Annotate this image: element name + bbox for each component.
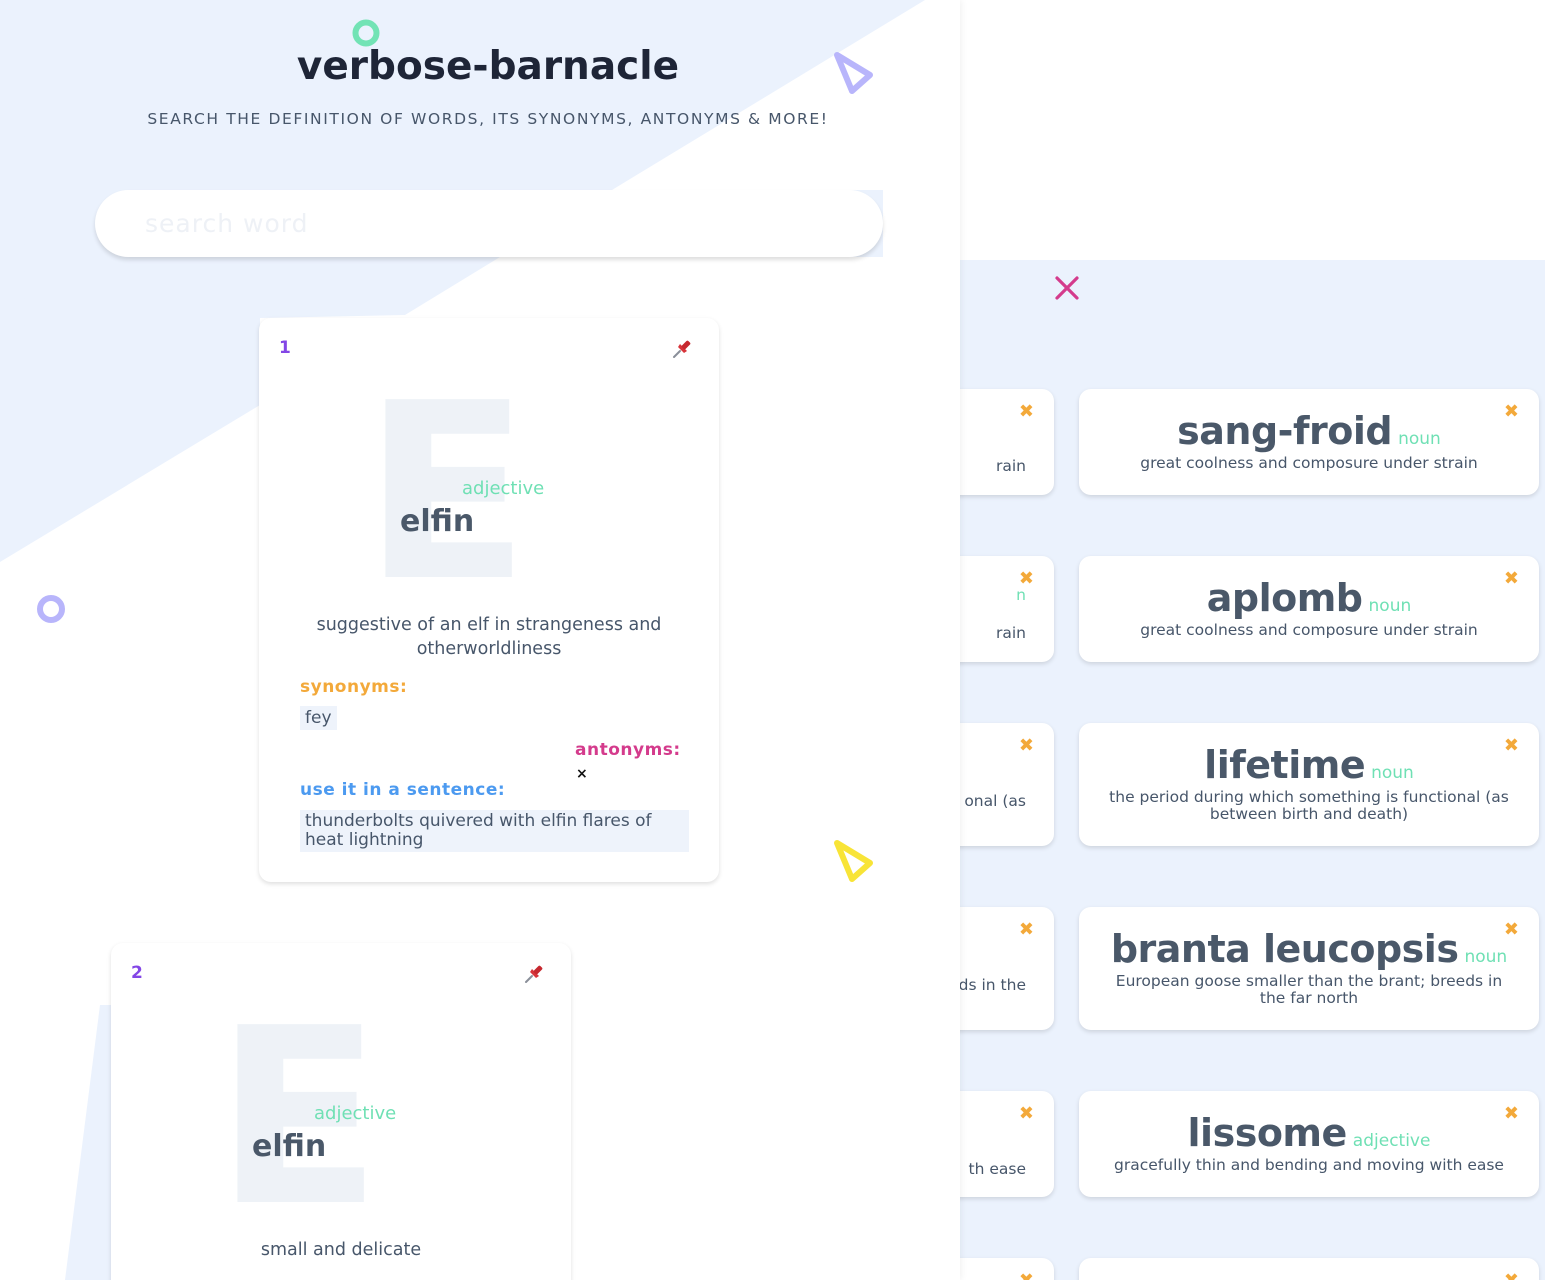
remove-saved-x-icon[interactable]: ✖ xyxy=(1504,570,1519,588)
part-of-speech: adjective xyxy=(314,1103,397,1124)
result-card: 2 E adjective elfin small and delicate xyxy=(111,943,571,1280)
saved-card-fragment: rain xyxy=(995,457,1026,475)
saved-card[interactable]: ✖ lissome adjective gracefully thin and b… xyxy=(1079,1091,1539,1197)
no-antonyms-mark: × xyxy=(576,766,588,782)
saved-definition: European goose smaller than the brant; b… xyxy=(1115,972,1503,1007)
part-of-speech: adjective xyxy=(462,478,545,499)
saved-card[interactable]: ✖ branta leucopsis noun European goose sm… xyxy=(1079,907,1539,1030)
pushpin-icon xyxy=(673,340,691,358)
saved-card-fragment: onal (as xyxy=(964,792,1026,810)
remove-saved-x-icon[interactable]: ✖ xyxy=(1504,1272,1519,1280)
result-word: elfin xyxy=(252,1129,327,1164)
app-subtitle: SEARCH THE DEFINITION OF WORDS, ITS SYNO… xyxy=(147,110,829,128)
saved-card[interactable]: ✖ xyxy=(1079,1258,1539,1280)
saved-part-of-speech: noun xyxy=(1368,596,1412,616)
saved-part-of-speech: noun xyxy=(1464,947,1508,967)
saved-word: lissome xyxy=(1187,1111,1348,1155)
saved-word: branta leucopsis xyxy=(1110,927,1459,971)
synonym-chip: fey xyxy=(300,706,337,730)
close-icon xyxy=(1055,276,1079,300)
saved-card-heading: lifetime noun xyxy=(1079,743,1539,787)
ring-decoration-purple xyxy=(37,595,65,623)
saved-part-of-speech: adjective xyxy=(1352,1131,1431,1151)
search-input[interactable] xyxy=(95,190,883,257)
saved-card-heading: aplomb noun xyxy=(1079,576,1539,620)
app-title: verbose-barnacle xyxy=(296,44,680,89)
result-definition: small and delicate xyxy=(260,1240,422,1260)
pushpin-icon xyxy=(525,965,543,983)
saved-definition: the period during which something is fun… xyxy=(1109,788,1509,823)
pin-button[interactable] xyxy=(671,338,693,364)
saved-card-fragment: th ease xyxy=(968,1160,1026,1178)
saved-card[interactable]: ✖ aplomb noun great coolness and composur… xyxy=(1079,556,1539,662)
saved-definition: great coolness and composure under strai… xyxy=(1140,621,1478,639)
remove-saved-x-icon[interactable]: ✖ xyxy=(1504,403,1519,421)
result-word: elfin xyxy=(400,504,475,539)
remove-saved-x-icon[interactable]: ✖ xyxy=(1019,1105,1034,1123)
close-saved-panel-button[interactable] xyxy=(1052,273,1082,303)
background-wedge-bottom xyxy=(65,1005,112,1280)
remove-saved-x-icon[interactable]: ✖ xyxy=(1504,921,1519,939)
result-index: 2 xyxy=(131,963,143,983)
saved-word: lifetime xyxy=(1204,743,1366,787)
saved-card-heading: lissome adjective xyxy=(1079,1111,1539,1155)
remove-saved-x-icon[interactable]: ✖ xyxy=(1019,921,1034,939)
result-card: 1 E adjective elfin suggestive of an elf… xyxy=(259,318,719,882)
remove-saved-x-icon[interactable]: ✖ xyxy=(1504,737,1519,755)
remove-saved-x-icon[interactable]: ✖ xyxy=(1019,1272,1034,1280)
sentence-label: use it in a sentence: xyxy=(300,780,506,800)
saved-card-heading: branta leucopsis noun xyxy=(1079,927,1539,971)
result-index: 1 xyxy=(279,338,291,358)
main-panel: verbose-barnacle SEARCH THE DEFINITION O… xyxy=(0,0,960,1280)
saved-part-of-speech: noun xyxy=(1371,763,1414,783)
saved-definition: great coolness and composure under strai… xyxy=(1140,454,1478,472)
synonyms-label: synonyms: xyxy=(300,677,408,697)
saved-card[interactable]: ✖ sang-froid noun great coolness and comp… xyxy=(1079,389,1539,495)
remove-saved-x-icon[interactable]: ✖ xyxy=(1504,1105,1519,1123)
result-definition: suggestive of an elf in strangeness and … xyxy=(316,615,662,659)
saved-card-fragment: ds in the xyxy=(958,976,1026,994)
saved-card-fragment: rain xyxy=(995,624,1026,642)
example-sentence: thunderbolts quivered with elfin flares … xyxy=(300,810,689,852)
saved-word: aplomb xyxy=(1206,576,1363,620)
triangle-decoration-yellow xyxy=(834,840,873,882)
remove-saved-x-icon[interactable]: ✖ xyxy=(1019,403,1034,421)
saved-part-of-speech: noun xyxy=(1398,429,1441,449)
pin-button[interactable] xyxy=(523,963,545,989)
remove-saved-x-icon[interactable]: ✖ xyxy=(1019,737,1034,755)
saved-word: sang-froid xyxy=(1177,409,1393,453)
saved-definition: gracefully thin and bending and moving w… xyxy=(1114,1156,1504,1174)
saved-card-heading: sang-froid noun xyxy=(1079,409,1539,453)
saved-card[interactable]: ✖ lifetime noun the period during which s… xyxy=(1079,723,1539,846)
saved-card-fragment: n xyxy=(1016,586,1026,604)
antonyms-label: antonyms: xyxy=(575,740,681,760)
